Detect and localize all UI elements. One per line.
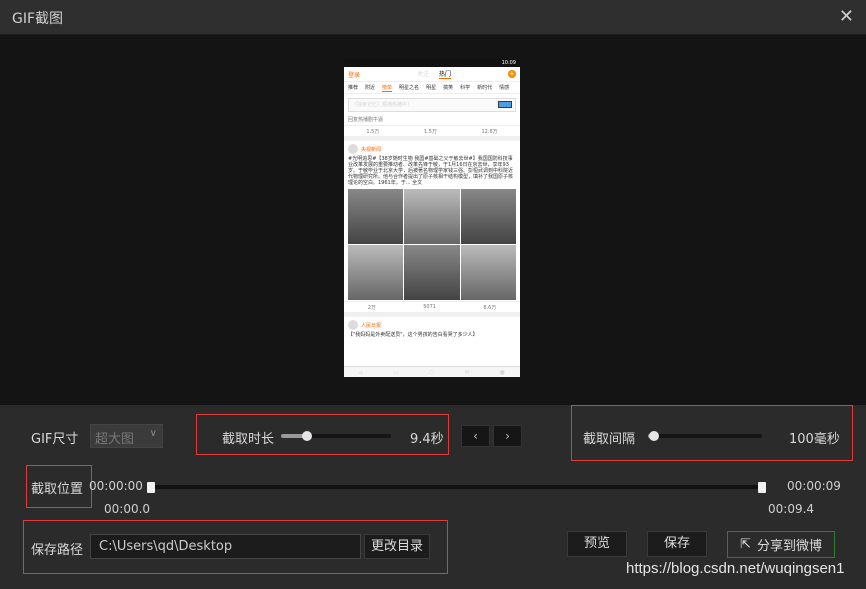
start-selection: 00:00.0	[104, 502, 151, 516]
gif-size-label: GIF尺寸	[31, 432, 79, 447]
prev-button[interactable]: ‹	[461, 425, 490, 447]
phone-username: 央视新闻	[361, 146, 382, 153]
phone-action: 12.8万	[481, 128, 498, 135]
phone-photo	[404, 189, 460, 244]
watermark: https://blog.csdn.net/wuqingsen1	[626, 560, 845, 577]
gif-size-value: 超大图	[95, 432, 135, 447]
phone-user-row: 央视新闻	[344, 141, 520, 154]
interval-label: 截取间隔	[583, 432, 636, 447]
gif-size-select[interactable]: 超大图 ∨	[90, 424, 163, 448]
interval-slider[interactable]	[648, 431, 762, 441]
phone-action: 1.5万	[423, 128, 437, 135]
phone-post-text: #光明追思#【38岁随时生物 我国#基础之父于敏去世#】我国国防科技事业改革发展…	[348, 156, 514, 186]
duration-value: 9.4秒	[410, 432, 444, 447]
phone-image-grid	[348, 189, 516, 300]
share-label: 分享到微博	[756, 539, 822, 554]
phone-avatar	[348, 320, 358, 330]
phone-actions: 2万 5071 8.6万	[344, 301, 520, 312]
phone-action: 2万	[367, 304, 376, 311]
interval-slider-knob[interactable]	[648, 431, 659, 441]
phone-tab-follow: 关注	[416, 71, 429, 78]
phone-banner: 《独家记忆》题播热播中！	[348, 98, 516, 112]
phone-plus-icon: +	[507, 70, 516, 78]
discover-icon: ○	[428, 368, 435, 376]
phone-photo	[348, 189, 404, 244]
next-button[interactable]: ›	[493, 425, 522, 447]
start-time: 00:00:00	[89, 479, 143, 493]
duration-slider[interactable]	[281, 431, 391, 441]
home-icon: ⌂	[359, 368, 363, 376]
duration-label: 截取时长	[222, 432, 275, 447]
phone-cat: 推荐	[348, 85, 359, 91]
window-title: GIF截图	[12, 11, 64, 27]
preview-button[interactable]: 预览	[567, 531, 627, 557]
message-icon: ✉	[464, 368, 470, 376]
phone-bottom-nav: ⌂ ▭ ○ ✉ ●	[344, 366, 520, 377]
end-time: 00:00:09	[787, 479, 841, 493]
phone-time: 10:09	[501, 60, 516, 66]
phone-login: 登录	[348, 71, 361, 79]
interval-value: 100毫秒	[789, 432, 840, 447]
phone-cat: 附近	[365, 85, 376, 91]
end-handle[interactable]	[758, 482, 766, 493]
phone-cat: 明星	[426, 85, 437, 91]
phone-cat: 情感	[499, 85, 510, 91]
phone-photo	[460, 189, 516, 244]
video-icon: ▭	[393, 368, 399, 376]
phone-top-bar: 登录 关注 热门 +	[344, 67, 520, 82]
chevron-down-icon: ∨	[149, 428, 157, 439]
phone-photo	[460, 245, 516, 300]
share-weibo-button[interactable]: ⇱ 分享到微博	[727, 531, 835, 558]
change-directory-button[interactable]: 更改目录	[364, 534, 430, 559]
position-track[interactable]	[150, 485, 762, 489]
end-selection: 00:09.4	[768, 502, 815, 516]
phone-avatar	[348, 144, 358, 154]
save-button[interactable]: 保存	[647, 531, 707, 557]
phone-photo	[348, 245, 404, 300]
phone-tab-hot: 热门	[439, 71, 452, 79]
phone-actions: 1.5万 1.5万 12.8万	[344, 125, 520, 136]
save-path-label: 保存路径	[31, 543, 84, 558]
share-icon: ⇱	[740, 537, 751, 552]
position-label: 截取位置	[31, 482, 84, 497]
phone-cat: 榜单	[382, 84, 393, 92]
phone-action: 1.5万	[366, 128, 380, 135]
phone-cat: 搞笑	[443, 85, 454, 91]
start-handle[interactable]	[147, 482, 155, 493]
phone-cat: 新时代	[477, 85, 493, 91]
phone-action: 8.6万	[483, 304, 497, 311]
phone-screenshot: 10:09 登录 关注 热门 + 推荐 附近 榜单 明星之名 明星 搞笑 科学 …	[344, 59, 520, 377]
phone-user-row: 人民日报	[344, 317, 520, 330]
phone-cat: 明星之名	[399, 85, 420, 91]
phone-category-tabs: 推荐 附近 榜单 明星之名 明星 搞笑 科学 新时代 情感	[344, 82, 520, 94]
phone-status-bar: 10:09	[344, 59, 520, 67]
phone-banner-button	[498, 101, 512, 108]
phone-username: 人民日报	[361, 322, 382, 329]
phone-cat: 科学	[460, 85, 471, 91]
phone-sub-line: 回复热播剧牛逼	[348, 117, 384, 123]
close-icon[interactable]: ✕	[839, 6, 854, 27]
preview-area: 10:09 登录 关注 热门 + 推荐 附近 榜单 明星之名 明星 搞笑 科学 …	[0, 35, 866, 405]
profile-icon: ●	[499, 368, 505, 376]
phone-photo	[404, 245, 460, 300]
save-path-input[interactable]: C:\Users\qd\Desktop	[90, 534, 361, 559]
phone-action: 5071	[423, 304, 436, 310]
phone-banner-text: 《独家记忆》题播热播中！	[352, 102, 413, 108]
title-bar: GIF截图 ✕	[0, 0, 866, 35]
phone-post-text-2: 【"我妈妈是外卖配送员"，这个男孩的告白看哭了多少人】	[348, 332, 478, 338]
